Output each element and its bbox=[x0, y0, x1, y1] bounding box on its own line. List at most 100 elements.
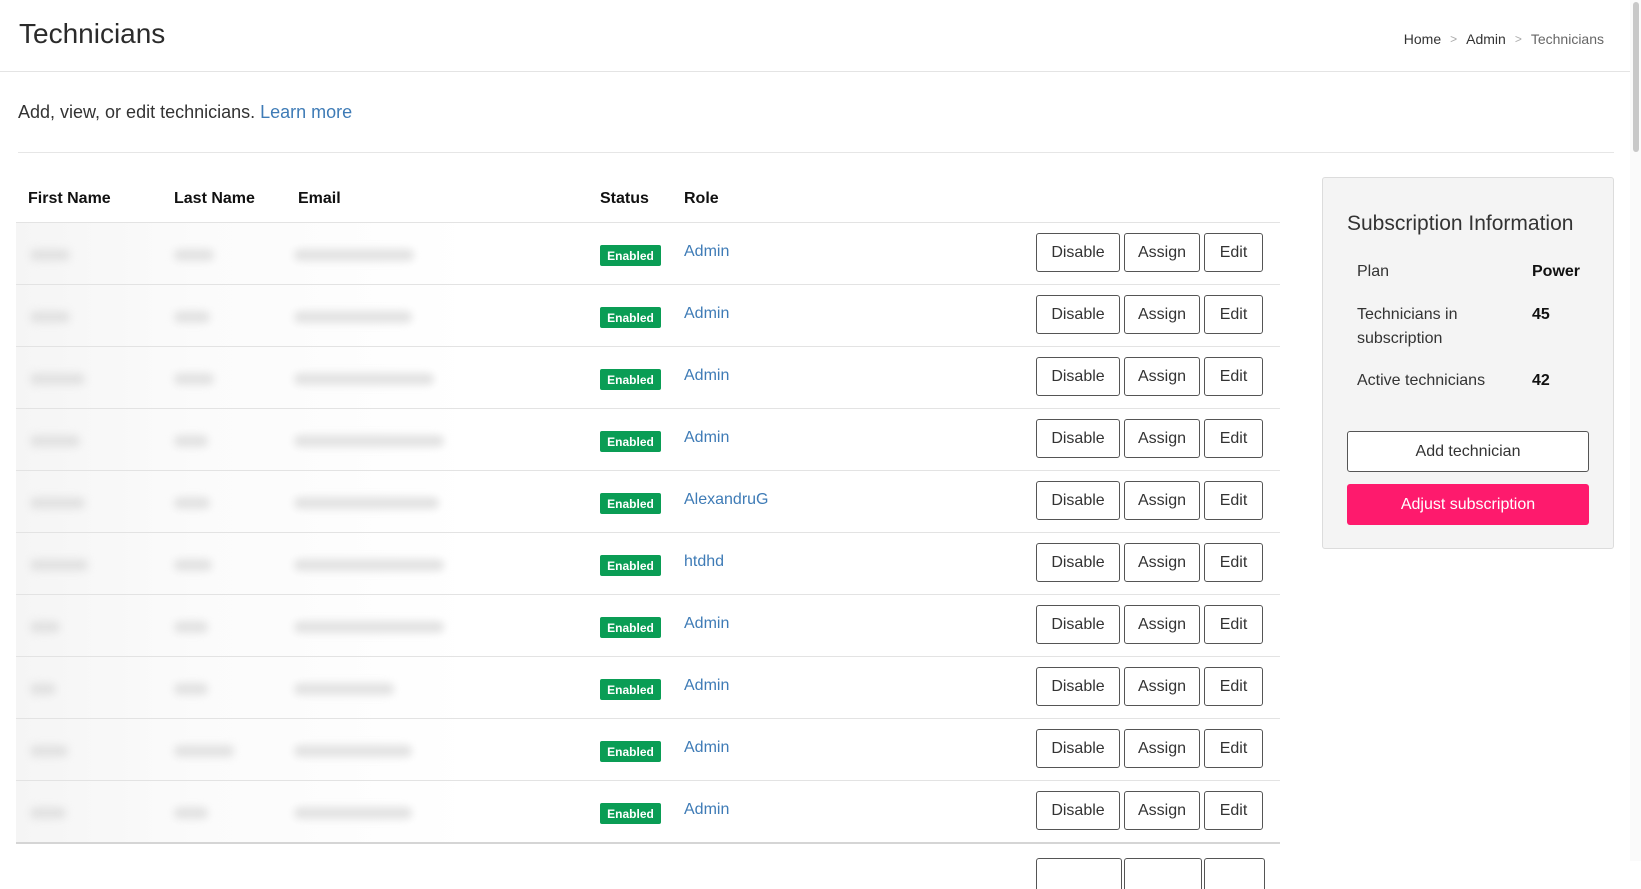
assign-button[interactable]: Assign bbox=[1124, 543, 1200, 582]
adjust-subscription-button[interactable]: Adjust subscription bbox=[1347, 484, 1589, 525]
redacted-cells bbox=[16, 409, 474, 470]
status-badge: Enabled bbox=[600, 555, 661, 576]
redacted-email bbox=[294, 435, 444, 447]
edit-button[interactable]: Edit bbox=[1204, 295, 1263, 334]
redacted-last-name bbox=[174, 435, 208, 447]
role-link[interactable]: Admin bbox=[684, 429, 729, 447]
disable-button[interactable]: Disable bbox=[1036, 605, 1120, 644]
assign-button[interactable]: Assign bbox=[1124, 419, 1200, 458]
edit-button[interactable]: Edit bbox=[1204, 605, 1263, 644]
redacted-cells bbox=[16, 347, 474, 408]
edit-button[interactable]: Edit bbox=[1204, 481, 1263, 520]
disable-button[interactable]: Disable bbox=[1036, 791, 1120, 830]
technicians-in-subscription-label: Technicians in subscription bbox=[1357, 306, 1458, 347]
active-technicians-value: 42 bbox=[1532, 372, 1550, 389]
disable-button[interactable]: Disable bbox=[1036, 543, 1120, 582]
disable-button[interactable]: Disable bbox=[1036, 667, 1120, 706]
breadcrumb-separator: > bbox=[1514, 32, 1522, 46]
redacted-email bbox=[294, 249, 414, 261]
scrollbar-thumb[interactable] bbox=[1633, 2, 1639, 152]
assign-button[interactable]: Assign bbox=[1124, 295, 1200, 334]
add-technician-button[interactable]: Add technician bbox=[1347, 431, 1589, 472]
assign-button[interactable]: Assign bbox=[1124, 481, 1200, 520]
role-link[interactable]: Admin bbox=[684, 615, 729, 633]
role-link[interactable]: Admin bbox=[684, 739, 729, 757]
edit-button[interactable]: Edit bbox=[1204, 543, 1263, 582]
breadcrumb-home[interactable]: Home bbox=[1404, 31, 1441, 47]
subscription-panel: Subscription Information Plan Power Tech… bbox=[1322, 177, 1614, 549]
column-header-role: Role bbox=[684, 190, 719, 207]
redacted-cells bbox=[16, 719, 474, 780]
redacted-cells bbox=[16, 657, 474, 718]
assign-button[interactable]: Assign bbox=[1124, 667, 1200, 706]
redacted-email bbox=[294, 373, 434, 385]
redacted-email bbox=[294, 745, 412, 757]
disable-button[interactable]: Disable bbox=[1036, 357, 1120, 396]
table-row: Enabled Admin Disable Assign Edit bbox=[16, 408, 1280, 470]
redacted-first-name bbox=[30, 373, 85, 385]
redacted-first-name bbox=[30, 683, 56, 695]
role-link[interactable]: Admin bbox=[684, 305, 729, 323]
status-badge: Enabled bbox=[600, 679, 661, 700]
assign-button[interactable]: Assign bbox=[1124, 729, 1200, 768]
role-link[interactable]: Admin bbox=[684, 677, 729, 695]
breadcrumb: Home > Admin > Technicians bbox=[1404, 31, 1604, 47]
page-description: Add, view, or edit technicians. Learn mor… bbox=[18, 102, 352, 123]
redacted-first-name bbox=[30, 497, 85, 509]
edit-button[interactable]: Edit bbox=[1204, 791, 1263, 830]
assign-button[interactable]: Assign bbox=[1124, 357, 1200, 396]
column-header-email: Email bbox=[298, 190, 341, 207]
role-link[interactable]: Admin bbox=[684, 801, 729, 819]
redacted-cells bbox=[16, 223, 474, 284]
role-link[interactable]: AlexandruG bbox=[684, 491, 769, 509]
assign-button[interactable]: Assign bbox=[1124, 791, 1200, 830]
assign-button[interactable]: Assign bbox=[1124, 233, 1200, 272]
table-row: Enabled Admin Disable Assign Edit bbox=[16, 346, 1280, 408]
role-link[interactable]: Admin bbox=[684, 367, 729, 385]
table-row: Enabled Admin Disable Assign Edit bbox=[16, 780, 1280, 842]
table-bottom-border bbox=[16, 842, 1280, 889]
redacted-last-name bbox=[174, 807, 208, 819]
redacted-email bbox=[294, 621, 444, 633]
status-badge: Enabled bbox=[600, 431, 661, 452]
redacted-email bbox=[294, 683, 394, 695]
column-header-first-name: First Name bbox=[28, 190, 111, 207]
redacted-email bbox=[294, 497, 439, 509]
disable-button[interactable]: Disable bbox=[1036, 481, 1120, 520]
table-row: Enabled Admin Disable Assign Edit bbox=[16, 594, 1280, 656]
redacted-last-name bbox=[174, 373, 214, 385]
edit-button[interactable]: Edit bbox=[1204, 357, 1263, 396]
status-badge: Enabled bbox=[600, 617, 661, 638]
page-scrollbar[interactable] bbox=[1630, 0, 1641, 861]
breadcrumb-technicians: Technicians bbox=[1530, 31, 1604, 47]
disable-button[interactable]: Disable bbox=[1036, 295, 1120, 334]
status-badge: Enabled bbox=[600, 803, 661, 824]
section-divider bbox=[18, 152, 1614, 153]
role-link[interactable]: Admin bbox=[684, 243, 729, 261]
edit-button[interactable]: Edit bbox=[1204, 419, 1263, 458]
edit-button[interactable]: Edit bbox=[1204, 729, 1263, 768]
breadcrumb-admin[interactable]: Admin bbox=[1466, 31, 1506, 47]
status-badge: Enabled bbox=[600, 245, 661, 266]
partial-button bbox=[1124, 858, 1202, 889]
redacted-first-name bbox=[30, 745, 68, 757]
disable-button[interactable]: Disable bbox=[1036, 419, 1120, 458]
assign-button[interactable]: Assign bbox=[1124, 605, 1200, 644]
redacted-first-name bbox=[30, 559, 88, 571]
disable-button[interactable]: Disable bbox=[1036, 233, 1120, 272]
edit-button[interactable]: Edit bbox=[1204, 667, 1263, 706]
redacted-first-name bbox=[30, 621, 60, 633]
table-row: Enabled htdhd Disable Assign Edit bbox=[16, 532, 1280, 594]
redacted-last-name bbox=[174, 745, 234, 757]
partial-button bbox=[1204, 858, 1265, 889]
role-link[interactable]: htdhd bbox=[684, 553, 724, 571]
redacted-email bbox=[294, 559, 444, 571]
table-row: Enabled Admin Disable Assign Edit bbox=[16, 718, 1280, 780]
plan-label: Plan bbox=[1357, 263, 1390, 280]
redacted-last-name bbox=[174, 249, 214, 261]
disable-button[interactable]: Disable bbox=[1036, 729, 1120, 768]
learn-more-link[interactable]: Learn more bbox=[260, 102, 352, 122]
edit-button[interactable]: Edit bbox=[1204, 233, 1263, 272]
redacted-last-name bbox=[174, 621, 208, 633]
table-row: Enabled AlexandruG Disable Assign Edit bbox=[16, 470, 1280, 532]
